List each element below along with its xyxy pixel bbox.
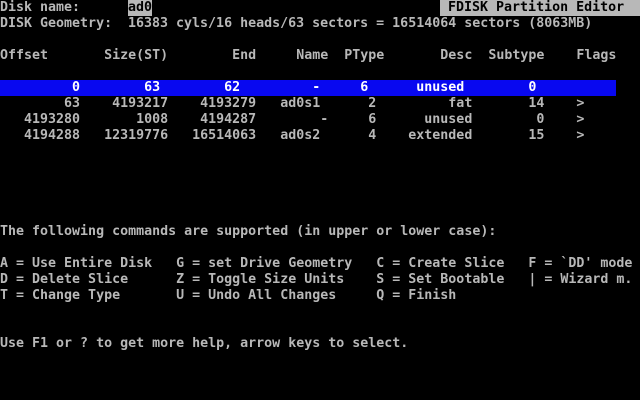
fdisk-terminal-screen: Disk name: ad0 FDISK Partition Editor DIS…: [0, 0, 640, 400]
commands-line-2: D = Delete Slice Z = Toggle Size Units S…: [0, 272, 633, 287]
commands-line-1: A = Use Entire Disk G = set Drive Geomet…: [0, 256, 633, 271]
page-title: FDISK Partition Editor: [440, 0, 640, 16]
commands-intro: The following commands are supported (in…: [0, 224, 497, 239]
partition-row-unused[interactable]: 4193280 1008 4194287 - 6 unused 0 >: [0, 112, 584, 128]
commands-line-3: T = Change Type U = Undo All Changes Q =…: [0, 288, 457, 303]
table-header: Offset Size(ST) End Name PType Desc Subt…: [0, 48, 617, 63]
disk-geometry-label: DISK Geometry:: [0, 16, 113, 31]
partition-row-selected[interactable]: 0 63 62 - 6 unused 0: [0, 80, 617, 96]
disk-name-value: ad0: [128, 0, 153, 16]
partition-row-ad0s2[interactable]: 4194288 12319776 16514063 ad0s2 4 extend…: [0, 128, 584, 144]
disk-name-label: Disk name:: [0, 0, 81, 15]
help-line: Use F1 or ? to get more help, arrow keys…: [0, 336, 409, 351]
disk-geometry-value: 16383 cyls/16 heads/63 sectors = 1651406…: [128, 16, 593, 31]
partition-row-ad0s1[interactable]: 63 4193217 4193279 ad0s1 2 fat 14 >: [0, 96, 584, 112]
